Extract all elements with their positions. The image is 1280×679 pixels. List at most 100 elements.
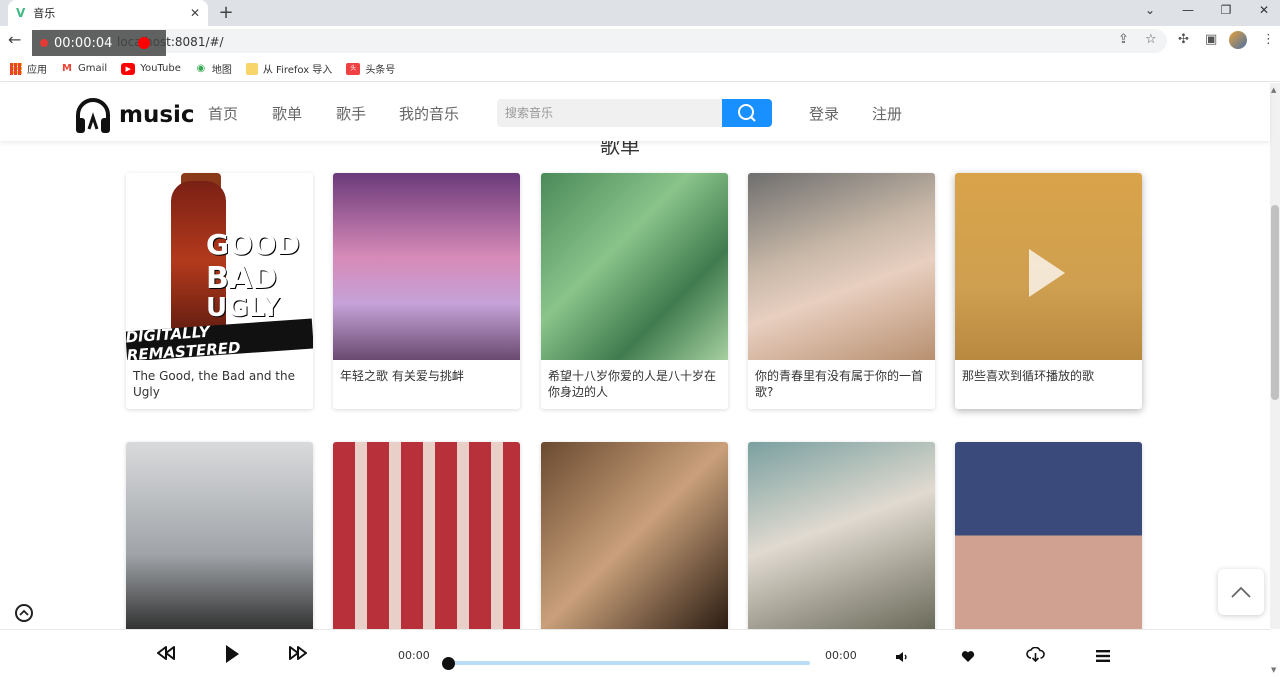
playlist-card[interactable]: [541, 442, 728, 632]
nav-playlists[interactable]: 歌单: [272, 103, 302, 124]
profile-avatar[interactable]: [1229, 31, 1247, 49]
playlist-card[interactable]: [955, 442, 1142, 632]
player-collapse-button[interactable]: [15, 604, 33, 622]
playlist-card[interactable]: [126, 442, 313, 632]
chevron-up-icon: [1230, 585, 1252, 599]
playlist-card[interactable]: [333, 442, 520, 632]
browser-tab[interactable]: V 音乐 ✕: [8, 0, 208, 26]
bookmark-gmail[interactable]: M Gmail: [61, 63, 107, 75]
register-link[interactable]: 注册: [872, 103, 902, 124]
vue-favicon-icon: V: [16, 6, 25, 20]
next-track-button[interactable]: [289, 645, 307, 665]
scroll-down-arrow-icon[interactable]: ▼: [1271, 666, 1276, 674]
progress-handle[interactable]: [442, 657, 455, 670]
bookmark-star-icon[interactable]: ☆: [1145, 32, 1157, 47]
playlist-cover: [333, 442, 520, 629]
toutiao-icon: 头: [346, 63, 360, 75]
rewind-icon: [157, 645, 175, 661]
cloud-download-icon: [1026, 647, 1045, 662]
playlist-card[interactable]: 那些喜欢到循环播放的歌: [955, 173, 1142, 409]
search-input[interactable]: [497, 99, 723, 127]
bookmark-apps[interactable]: 应用: [10, 61, 47, 76]
playlist-name: 年轻之歌 有关爱与挑衅: [333, 360, 520, 392]
tab-search-chevron-icon[interactable]: ⌄: [1132, 0, 1168, 22]
playlist-card[interactable]: [748, 442, 935, 632]
recording-overlay: 00:00:04: [32, 30, 166, 56]
playlist-cover: [748, 173, 935, 360]
playlist-cover: [955, 173, 1142, 360]
playlist-card[interactable]: 你的青春里有没有属于你的一首歌?: [748, 173, 935, 409]
heart-icon: [961, 650, 975, 663]
address-bar-row: ← localhost:8081/#/: [0, 26, 1280, 56]
record-indicator-icon: [138, 37, 150, 49]
back-to-top-button[interactable]: [1218, 569, 1264, 615]
bookmarks-bar: 应用 M Gmail ▶ YouTube ◉ 地图 从 Firefox 导入 头…: [0, 56, 1280, 82]
like-button[interactable]: [961, 648, 975, 667]
side-panel-icon[interactable]: ▣: [1205, 32, 1217, 47]
play-button[interactable]: [224, 644, 240, 668]
playlist-cover: GOOD BAD UGLY DIGITALLY REMASTERED: [126, 173, 313, 360]
playlist-cover: [541, 173, 728, 360]
playlist-card[interactable]: GOOD BAD UGLY DIGITALLY REMASTERED The G…: [126, 173, 313, 409]
search-button[interactable]: [722, 99, 772, 127]
playlist-card[interactable]: 年轻之歌 有关爱与挑衅: [333, 173, 520, 409]
playlist-name: 你的青春里有没有属于你的一首歌?: [748, 360, 935, 408]
playlist-cover: [748, 442, 935, 629]
recording-timer: 00:00:04: [54, 36, 112, 51]
bookmark-youtube[interactable]: ▶ YouTube: [121, 63, 181, 75]
youtube-icon: ▶: [121, 63, 135, 75]
duration-time: 00:00: [825, 649, 857, 662]
folder-icon: [246, 63, 258, 75]
nav-home[interactable]: 首页: [208, 103, 238, 124]
menu-list-icon: [1096, 649, 1110, 663]
download-button[interactable]: [1026, 647, 1045, 666]
play-icon: [224, 644, 240, 664]
previous-track-button[interactable]: [157, 645, 175, 665]
extensions-icon[interactable]: ✣: [1178, 32, 1189, 47]
scrollbar-thumb[interactable]: [1271, 205, 1279, 400]
logo-text: music: [119, 102, 195, 128]
address-bar[interactable]: localhost:8081/#/: [32, 29, 1167, 53]
tab-title: 音乐: [33, 5, 190, 21]
fast-forward-icon: [289, 645, 307, 661]
record-dot-icon: [40, 39, 48, 47]
restore-button[interactable]: ❐: [1208, 0, 1244, 22]
apps-grid-icon: [10, 63, 22, 75]
browser-menu-icon[interactable]: ⋮: [1262, 32, 1275, 47]
playlist-name: 那些喜欢到循环播放的歌: [955, 360, 1142, 392]
progress-bar[interactable]: [448, 661, 810, 665]
bookmark-toutiao[interactable]: 头 头条号: [346, 61, 395, 76]
login-link[interactable]: 登录: [809, 103, 839, 124]
search-icon: [737, 103, 757, 123]
headphones-icon: [73, 95, 113, 135]
playlist-cover: [126, 442, 313, 629]
new-tab-button[interactable]: +: [216, 2, 236, 23]
scroll-up-arrow-icon[interactable]: ▲: [1271, 86, 1276, 94]
playlist-name: The Good, the Bad and the Ugly: [126, 360, 313, 408]
volume-icon: [895, 651, 909, 663]
app-header: music 首页 歌单 歌手 我的音乐 登录 注册: [0, 83, 1270, 141]
bookmark-maps[interactable]: ◉ 地图: [195, 61, 232, 76]
nav-singers[interactable]: 歌手: [336, 103, 366, 124]
browser-tab-bar: V 音乐 ✕ + ⌄ — ❐ ✕: [0, 0, 1280, 26]
site-logo[interactable]: music: [73, 95, 195, 135]
share-icon[interactable]: ⇪: [1118, 32, 1129, 47]
playlist-cover: [955, 442, 1142, 629]
playlist-cover: [541, 442, 728, 629]
playlist-card[interactable]: 希望十八岁你爱的人是八十岁在你身边的人: [541, 173, 728, 409]
playlist-name: 希望十八岁你爱的人是八十岁在你身边的人: [541, 360, 728, 408]
maps-pin-icon: ◉: [195, 63, 207, 75]
minimize-button[interactable]: —: [1170, 0, 1206, 22]
playlist-menu-button[interactable]: [1096, 648, 1110, 667]
chevron-up-icon: [19, 609, 29, 617]
back-arrow-icon[interactable]: ←: [8, 30, 21, 49]
play-overlay-icon[interactable]: [1029, 249, 1065, 297]
gmail-icon: M: [61, 63, 73, 75]
playlist-cover: [333, 173, 520, 360]
close-tab-icon[interactable]: ✕: [190, 6, 200, 20]
bookmark-firefox-import[interactable]: 从 Firefox 导入: [246, 61, 332, 76]
nav-my-music[interactable]: 我的音乐: [399, 103, 459, 124]
player-bar: 00:00 00:00: [0, 629, 1270, 679]
volume-button[interactable]: [895, 648, 909, 667]
close-window-button[interactable]: ✕: [1246, 0, 1280, 22]
